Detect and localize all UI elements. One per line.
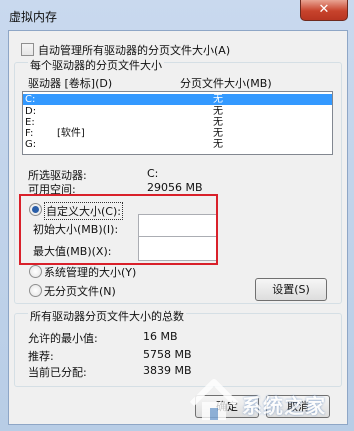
recommended-label: 推荐:	[28, 350, 54, 363]
drive-volume-label: [软件]	[57, 128, 85, 139]
currently-allocated-label: 当前已分配:	[28, 366, 87, 379]
drive-paging-size: 无	[213, 94, 223, 105]
auto-manage-label[interactable]: 自动管理所有驱动器的分页文件大小(A)	[38, 42, 230, 58]
column-header-size: 分页文件大小(MB)	[180, 77, 272, 90]
min-allowed-label: 允许的最小值:	[28, 332, 98, 345]
highlight-annotation-box	[19, 194, 218, 265]
auto-manage-checkbox[interactable]	[21, 43, 34, 56]
drive-paging-size: 无	[213, 128, 223, 139]
drive-letter: G:	[25, 139, 37, 150]
drive-paging-size: 无	[213, 106, 223, 117]
watermark-text: 系统之家	[242, 394, 326, 418]
close-icon: ✕	[318, 2, 330, 17]
drive-letter: D:	[25, 106, 37, 117]
drive-letter: E:	[25, 117, 35, 128]
drive-letter: C:	[25, 94, 36, 105]
drive-paging-size: 无	[213, 139, 223, 150]
min-allowed-value: 16 MB	[143, 330, 178, 343]
system-managed-label[interactable]: 系统管理的大小(Y)	[44, 264, 136, 280]
title-bar[interactable]: 虚拟内存 ✕	[0, 0, 354, 30]
drive-list-row[interactable]: F: [软件] 无	[23, 128, 332, 139]
drive-list-row[interactable]: D: 无	[23, 106, 332, 117]
totals-group-title: 所有驱动器分页文件大小的总数	[28, 308, 186, 324]
system-managed-radio[interactable]	[29, 265, 42, 278]
recommended-value: 5758 MB	[143, 348, 192, 361]
selected-drive-value: C:	[147, 167, 159, 180]
column-header-drive: 驱动器 [卷标](D)	[28, 77, 113, 90]
drive-letter: F:	[25, 128, 34, 139]
window-title: 虚拟内存	[9, 10, 58, 24]
set-button[interactable]: 设置(S)	[255, 278, 327, 301]
free-space-value: 29056 MB	[147, 181, 203, 194]
drive-paging-size: 无	[213, 117, 223, 128]
close-button[interactable]: ✕	[300, 0, 348, 21]
drive-list-row[interactable]: C: 无	[23, 94, 332, 105]
no-paging-file-label[interactable]: 无分页文件(N)	[44, 283, 116, 299]
no-paging-file-radio[interactable]	[29, 284, 42, 297]
drive-list-row[interactable]: G: 无	[23, 139, 332, 150]
drive-list[interactable]: C: 无 D: 无 E: 无 F: [软件] 无 G: 无	[22, 91, 333, 155]
drive-list-row[interactable]: E: 无	[23, 117, 332, 128]
per-drive-group-title: 每个驱动器的分页文件大小	[28, 57, 164, 73]
watermark-logo: 系统之家	[186, 370, 348, 426]
currently-allocated-value: 3839 MB	[143, 364, 192, 377]
